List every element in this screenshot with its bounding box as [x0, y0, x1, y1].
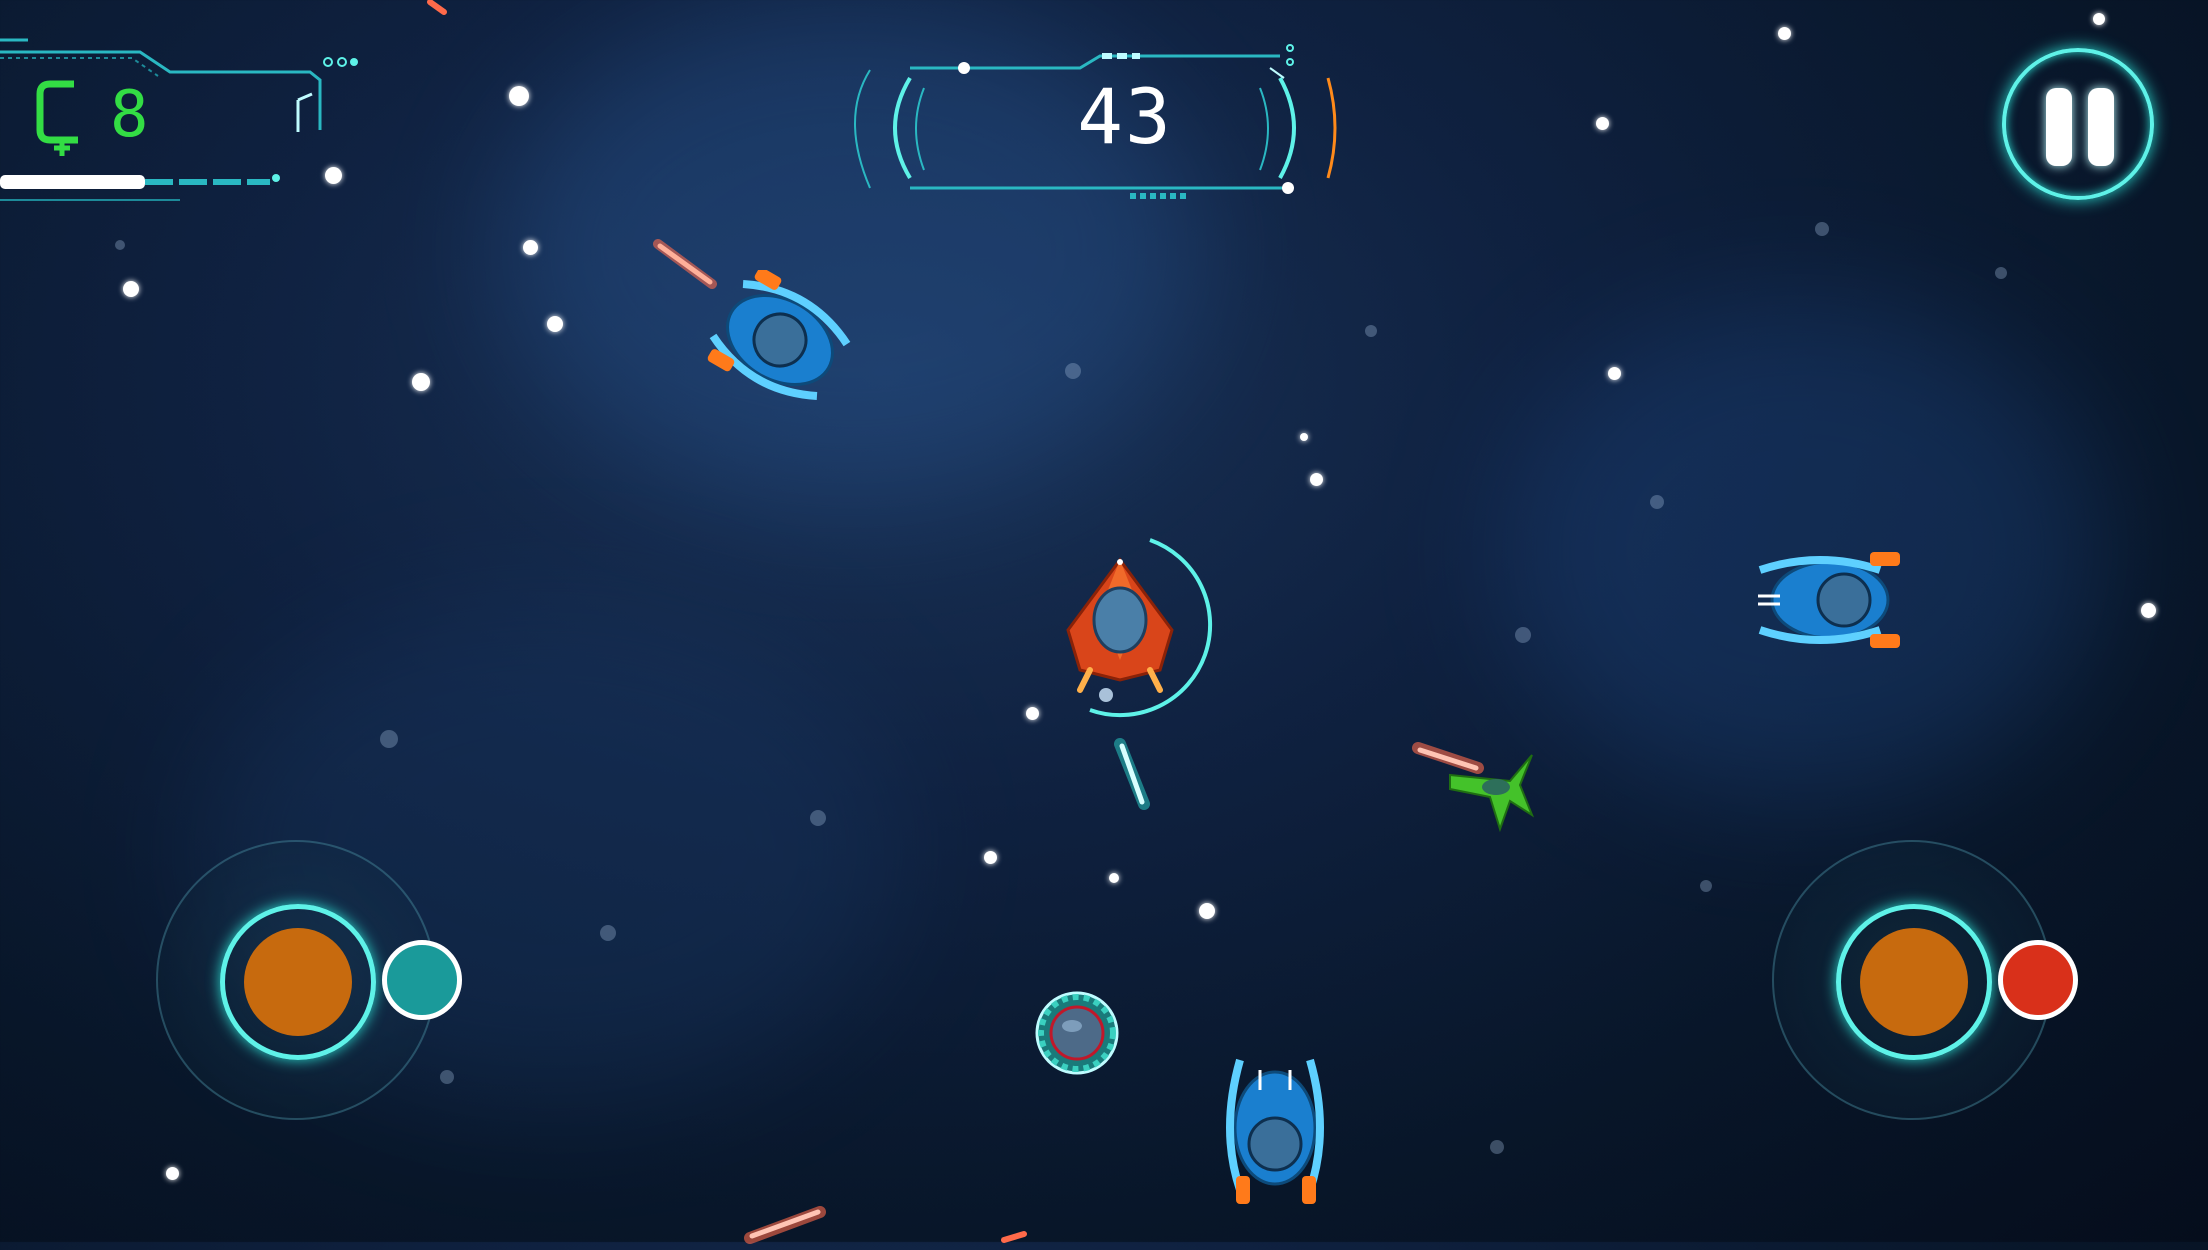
- coin-count: 8: [110, 78, 149, 152]
- star: [523, 240, 538, 255]
- star: [509, 86, 529, 106]
- star: [412, 373, 430, 391]
- faint-star: [440, 1070, 454, 1084]
- star: [1199, 903, 1215, 919]
- faint-star: [1365, 325, 1377, 337]
- red-dot-icon[interactable]: [1998, 940, 2078, 1020]
- star: [2093, 13, 2105, 25]
- player-ship: [1066, 538, 1213, 718]
- enemy-laser: [744, 1206, 826, 1244]
- faint-star: [380, 730, 398, 748]
- enemy-ship: [1226, 1058, 1324, 1204]
- star: [984, 851, 997, 864]
- pause-button[interactable]: [2002, 48, 2154, 200]
- enemy-ship: [1758, 552, 1900, 648]
- green-fighter-ship: [1449, 754, 1535, 833]
- joystick-knob[interactable]: [1860, 928, 1968, 1036]
- faint-star: [1700, 880, 1712, 892]
- faint-star: [810, 810, 826, 826]
- star: [123, 281, 139, 297]
- star: [547, 316, 563, 332]
- faint-star: [1815, 222, 1829, 236]
- star: [166, 1167, 179, 1180]
- enemy-laser: [427, 0, 447, 15]
- faint-star: [1995, 267, 2007, 279]
- faint-star: [1515, 627, 1531, 643]
- star: [1310, 473, 1323, 486]
- space-mine: [1035, 991, 1119, 1075]
- enemy-ship: [707, 270, 851, 400]
- star: [1596, 117, 1609, 130]
- enemy-laser: [1001, 1231, 1027, 1243]
- star: [1109, 873, 1119, 883]
- score-value: 43: [1077, 72, 1173, 161]
- player-laser: [1114, 738, 1150, 810]
- joystick-knob[interactable]: [244, 928, 352, 1036]
- faint-star: [600, 925, 616, 941]
- star: [1778, 27, 1791, 40]
- coin-icon: [36, 80, 78, 156]
- faint-star: [115, 240, 125, 250]
- teal-dot-icon[interactable]: [382, 940, 462, 1020]
- star: [1300, 433, 1308, 441]
- star: [2141, 603, 2156, 618]
- faint-star: [1065, 363, 1081, 379]
- star: [1608, 367, 1621, 380]
- faint-star: [1650, 495, 1664, 509]
- faint-star: [1490, 1140, 1504, 1154]
